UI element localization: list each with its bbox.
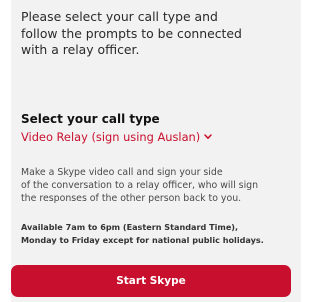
call-type-description: Make a Skype video call and sign your si…	[21, 166, 303, 205]
description-line-3: the responses of the other person back t…	[21, 193, 242, 204]
call-type-dropdown[interactable]: Video Relay (sign using Auslan)	[21, 130, 212, 144]
intro-line-3: with a relay officer.	[21, 42, 140, 57]
intro-line-2: follow the prompts to be connected	[21, 25, 242, 41]
relay-call-panel: Please select your call type and follow …	[11, 0, 301, 302]
description-line-1: Make a Skype video call and sign your si…	[21, 167, 223, 178]
call-type-selected-value: Video Relay (sign using Auslan)	[21, 130, 201, 144]
intro-text: Please select your call type and follow …	[21, 9, 291, 59]
call-type-heading: Select your call type	[21, 112, 160, 126]
hours-line-1: Available 7am to 6pm (Eastern Standard T…	[21, 222, 239, 232]
hours-line-2: Monday to Friday except for national pub…	[21, 234, 264, 245]
chevron-down-icon	[204, 129, 212, 143]
description-line-2: of the conversation to a relay officer, …	[21, 180, 259, 191]
availability-hours: Available 7am to 6pm (Eastern Standard T…	[21, 221, 306, 246]
intro-line-1: Please select your call type and	[21, 9, 218, 24]
start-skype-button[interactable]: Start Skype	[11, 265, 291, 297]
